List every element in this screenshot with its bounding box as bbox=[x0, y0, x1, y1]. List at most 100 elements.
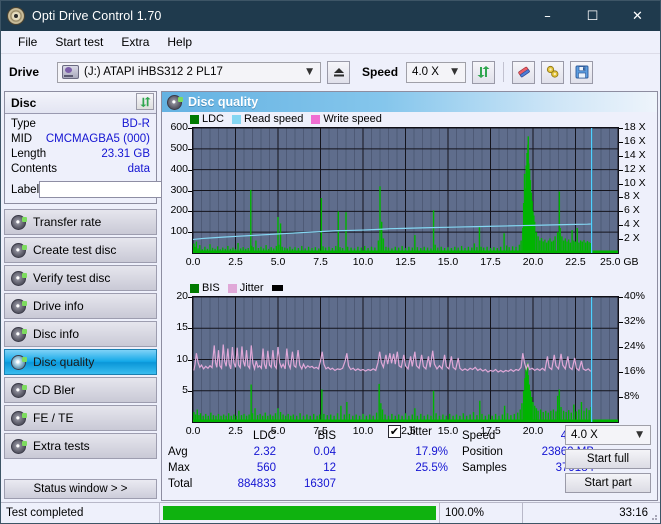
y2-tick-mark bbox=[619, 347, 623, 348]
disc-type-key: Type bbox=[11, 118, 36, 130]
disc-row-length: Length 23.31 GB bbox=[11, 147, 150, 162]
y2-tick-mark bbox=[619, 169, 623, 171]
start-part-button[interactable]: Start part bbox=[565, 473, 651, 493]
maximize-button[interactable]: ☐ bbox=[570, 1, 615, 31]
progress-bar bbox=[159, 503, 439, 523]
legend-label: Write speed bbox=[323, 113, 382, 125]
disc-test-icon bbox=[11, 382, 27, 398]
disc-test-icon bbox=[11, 214, 27, 230]
speed-label: Speed bbox=[362, 65, 399, 79]
menu-item-start-test[interactable]: Start test bbox=[46, 33, 112, 51]
y-tick-label: 300 bbox=[170, 183, 188, 196]
y2-tick-mark bbox=[619, 372, 623, 373]
legend-swatch bbox=[232, 114, 242, 124]
disc-mid-value: CMCMAGBA5 (000) bbox=[45, 133, 150, 145]
bis-jitter-chart-svg bbox=[193, 297, 618, 422]
x-tick-label: 15.0 bbox=[437, 256, 459, 268]
drive-select[interactable]: (J:) ATAPI iHBS312 2 PL17 ▼ bbox=[57, 61, 322, 83]
quality-chart[interactable]: 600 500 400 300 200 100 18 X 16 X 14 X 12 X 10 X8 … bbox=[162, 121, 657, 281]
sidebar-item-verify-test-disc[interactable]: Verify test disc bbox=[4, 265, 157, 291]
legend-label: Jitter bbox=[239, 282, 264, 294]
disc-test-icon bbox=[11, 438, 27, 454]
progress-percent: 100.0% bbox=[439, 503, 522, 523]
speed-select[interactable]: 4.0 X ▼ bbox=[406, 61, 467, 83]
stats-row-avg: Avg 2.32 0.04 17.9% bbox=[168, 444, 448, 460]
stats-avg-jitter: 17.9% bbox=[415, 446, 448, 458]
page-title: Disc quality bbox=[188, 95, 259, 109]
jitter-checkbox[interactable]: ✔ bbox=[388, 425, 401, 438]
disc-info-group: Disc Type BD-R MID CMCMAGBA5 (000) Lengt… bbox=[4, 91, 208, 204]
stats-row-name: Avg bbox=[168, 446, 188, 458]
menu-bar: File Start test Extra Help bbox=[1, 31, 660, 54]
disc-test-icon bbox=[11, 242, 27, 258]
sidebar-item-cd-bler[interactable]: CD Bler bbox=[4, 377, 157, 403]
disc-test-icon bbox=[11, 298, 27, 314]
test-speed-select[interactable]: 4.0 X ▼ bbox=[565, 425, 651, 445]
chevron-down-icon: ▼ bbox=[636, 430, 643, 440]
y2-tick-label: 2 X bbox=[624, 232, 640, 245]
close-button[interactable]: ✕ bbox=[615, 1, 660, 31]
y2-tick-mark bbox=[619, 225, 623, 227]
disc-refresh-button[interactable] bbox=[136, 93, 154, 110]
sidebar-item-disc-quality[interactable]: Disc quality bbox=[4, 349, 157, 375]
main-content: Disc Type BD-R MID CMCMAGBA5 (000) Lengt… bbox=[1, 89, 660, 501]
stats-row-name: Total bbox=[168, 478, 193, 490]
y2-tick-label: 16% bbox=[624, 365, 646, 377]
legend-item-bis: BIS bbox=[190, 282, 220, 294]
sidebar-label: Drive info bbox=[33, 299, 84, 313]
minimize-button[interactable]: – bbox=[525, 1, 570, 31]
sidebar-label: Disc info bbox=[33, 327, 80, 341]
y-tick-mark bbox=[188, 297, 192, 298]
y2-tick-mark bbox=[619, 197, 623, 199]
jitter-checkbox-row[interactable]: ✔ Jitter bbox=[388, 425, 432, 438]
samples-key: Samples bbox=[462, 462, 507, 474]
sidebar-item-disc-info[interactable]: Disc info bbox=[4, 321, 157, 347]
sidebar-item-drive-info[interactable]: Drive info bbox=[4, 293, 157, 319]
legend-swatch bbox=[271, 285, 283, 291]
menu-item-help[interactable]: Help bbox=[158, 33, 201, 51]
test-speed-value: 4.0 X bbox=[571, 429, 598, 441]
left-sidebar: Disc Type BD-R MID CMCMAGBA5 (000) Lengt… bbox=[4, 91, 208, 501]
stats-max-ldc: 560 bbox=[256, 462, 276, 474]
y-tick-mark bbox=[188, 390, 192, 392]
erase-button[interactable] bbox=[512, 60, 536, 84]
stats-corner bbox=[168, 428, 214, 444]
menu-item-extra[interactable]: Extra bbox=[112, 33, 158, 51]
y-tick-label: 200 bbox=[170, 204, 188, 217]
quality-chart-svg bbox=[193, 128, 618, 253]
resize-grip-icon[interactable] bbox=[648, 511, 658, 521]
status-bar: Test completed 100.0% 33:16 bbox=[1, 502, 660, 523]
stats-row-total: Total 884833 16307 bbox=[168, 476, 448, 492]
status-window-button[interactable]: Status window > > bbox=[4, 479, 157, 499]
disc-group-title: Disc bbox=[11, 95, 37, 110]
x-tick-label: 0.0 bbox=[185, 256, 201, 268]
start-full-button[interactable]: Start full bbox=[565, 449, 651, 469]
sidebar-item-transfer-rate[interactable]: Transfer rate bbox=[4, 209, 157, 235]
save-button[interactable] bbox=[570, 60, 594, 84]
refresh-button[interactable] bbox=[472, 60, 496, 84]
app-window: Opti Drive Control 1.70 – ☐ ✕ File Start… bbox=[0, 0, 661, 524]
y2-tick-label: 4 X bbox=[624, 218, 640, 231]
y2-tick-label: 10 X bbox=[624, 176, 646, 189]
wrench-icon bbox=[546, 65, 558, 78]
disc-quality-panel: Disc quality LDC Read speed Write speed … bbox=[161, 91, 658, 501]
y-tick-mark bbox=[188, 128, 192, 129]
drive-select-value: (J:) ATAPI iHBS312 2 PL17 bbox=[84, 66, 223, 78]
x-tick-label: 12.5 bbox=[395, 256, 416, 268]
app-disc-icon bbox=[7, 7, 25, 25]
position-key: Position bbox=[462, 446, 503, 458]
y-tick-label: 5 bbox=[182, 383, 188, 396]
y2-tick-label: 8% bbox=[624, 390, 640, 402]
x-tick-label: 25.0 GB bbox=[600, 256, 639, 268]
action-buttons: 4.0 X ▼ Start full Start part bbox=[565, 425, 651, 497]
tools-button[interactable] bbox=[541, 60, 565, 84]
menu-item-file[interactable]: File bbox=[9, 33, 46, 51]
sidebar-item-extra-tests[interactable]: Extra tests bbox=[4, 433, 157, 459]
sidebar-item-fe-te[interactable]: FE / TE bbox=[4, 405, 157, 431]
y2-tick-label: 16 X bbox=[624, 134, 646, 147]
disc-test-icon bbox=[11, 270, 27, 286]
stats-row-max: Max 560 12 25.5% bbox=[168, 460, 448, 476]
sidebar-item-create-test-disc[interactable]: Create test disc bbox=[4, 237, 157, 263]
eject-button[interactable] bbox=[327, 60, 351, 84]
stats-header-ldc: LDC bbox=[252, 430, 276, 442]
